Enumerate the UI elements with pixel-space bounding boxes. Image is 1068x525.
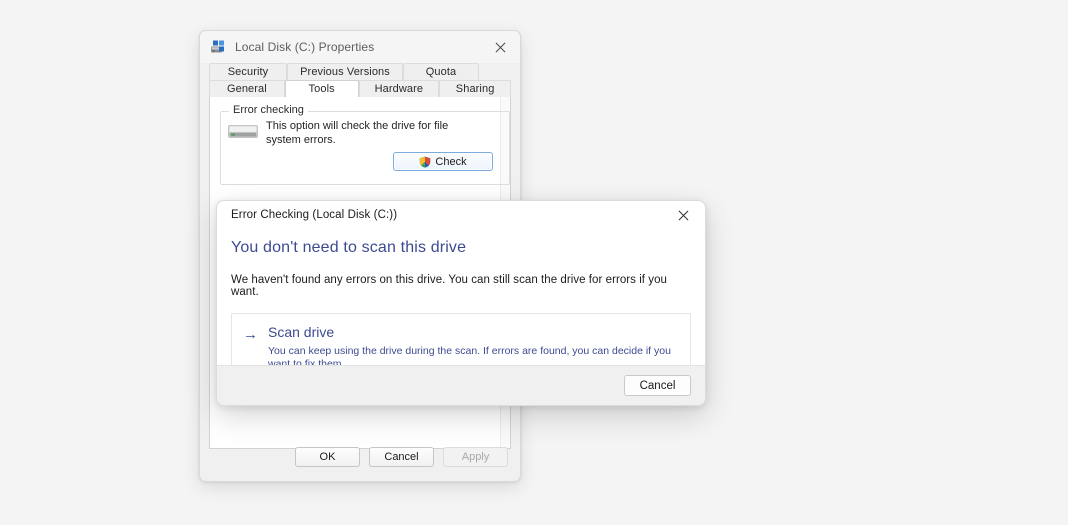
tab-hardware[interactable]: Hardware: [358, 80, 440, 97]
tab-label: Security: [227, 66, 269, 78]
tab-label: Quota: [425, 66, 457, 78]
dialog-footer: Cancel: [217, 365, 705, 405]
check-button[interactable]: Check: [393, 152, 493, 171]
tab-row-lower: General Tools Hardware Sharing: [209, 80, 511, 97]
hard-drive-icon: [228, 123, 258, 140]
dialog-titlebar: Error Checking (Local Disk (C:)): [217, 201, 705, 229]
properties-titlebar: Local Disk (C:) Properties: [200, 31, 520, 63]
ok-button-label: OK: [319, 450, 336, 463]
tab-row-upper: Security Previous Versions Quota: [209, 63, 511, 80]
tab-label: Hardware: [374, 83, 424, 95]
arrow-right-icon: →: [243, 326, 258, 343]
check-button-label: Check: [435, 155, 467, 168]
tab-label: Previous Versions: [300, 66, 390, 78]
dialog-body: You don't need to scan this drive We hav…: [217, 239, 705, 375]
error-checking-dialog: Error Checking (Local Disk (C:)) You don…: [216, 200, 706, 406]
tab-label: Sharing: [455, 83, 495, 95]
apply-button-label: Apply: [461, 450, 490, 463]
close-icon[interactable]: [665, 201, 701, 229]
ok-button[interactable]: OK: [295, 446, 360, 467]
apply-button: Apply: [443, 446, 508, 467]
tab-security[interactable]: Security: [209, 63, 287, 80]
cancel-button[interactable]: Cancel: [369, 446, 434, 467]
tab-sharing[interactable]: Sharing: [439, 80, 511, 97]
scan-drive-title: Scan drive: [268, 324, 335, 340]
close-icon[interactable]: [480, 31, 520, 63]
hard-drive-icon: [210, 39, 227, 56]
tab-quota[interactable]: Quota: [403, 63, 479, 80]
dialog-subtext: We haven't found any errors on this driv…: [231, 274, 667, 298]
tab-general[interactable]: General: [209, 80, 285, 97]
tab-previous-versions[interactable]: Previous Versions: [287, 63, 403, 80]
tab-tools[interactable]: Tools: [284, 80, 359, 97]
uac-shield-icon: [419, 156, 431, 168]
properties-footer: OK Cancel Apply: [200, 432, 520, 481]
dialog-title: Error Checking (Local Disk (C:)): [231, 209, 398, 221]
error-checking-description: This option will check the drive for fil…: [266, 120, 449, 146]
properties-tab-strip: Security Previous Versions Quota General…: [200, 63, 520, 97]
cancel-button-label: Cancel: [384, 450, 419, 463]
dialog-cancel-button[interactable]: Cancel: [624, 375, 691, 396]
tab-label: Tools: [308, 83, 335, 95]
tab-label: General: [226, 83, 267, 95]
dialog-heading: You don't need to scan this drive: [231, 239, 467, 256]
dialog-cancel-label: Cancel: [639, 379, 676, 392]
error-checking-legend: Error checking: [229, 104, 308, 116]
properties-window-title: Local Disk (C:) Properties: [235, 40, 375, 54]
